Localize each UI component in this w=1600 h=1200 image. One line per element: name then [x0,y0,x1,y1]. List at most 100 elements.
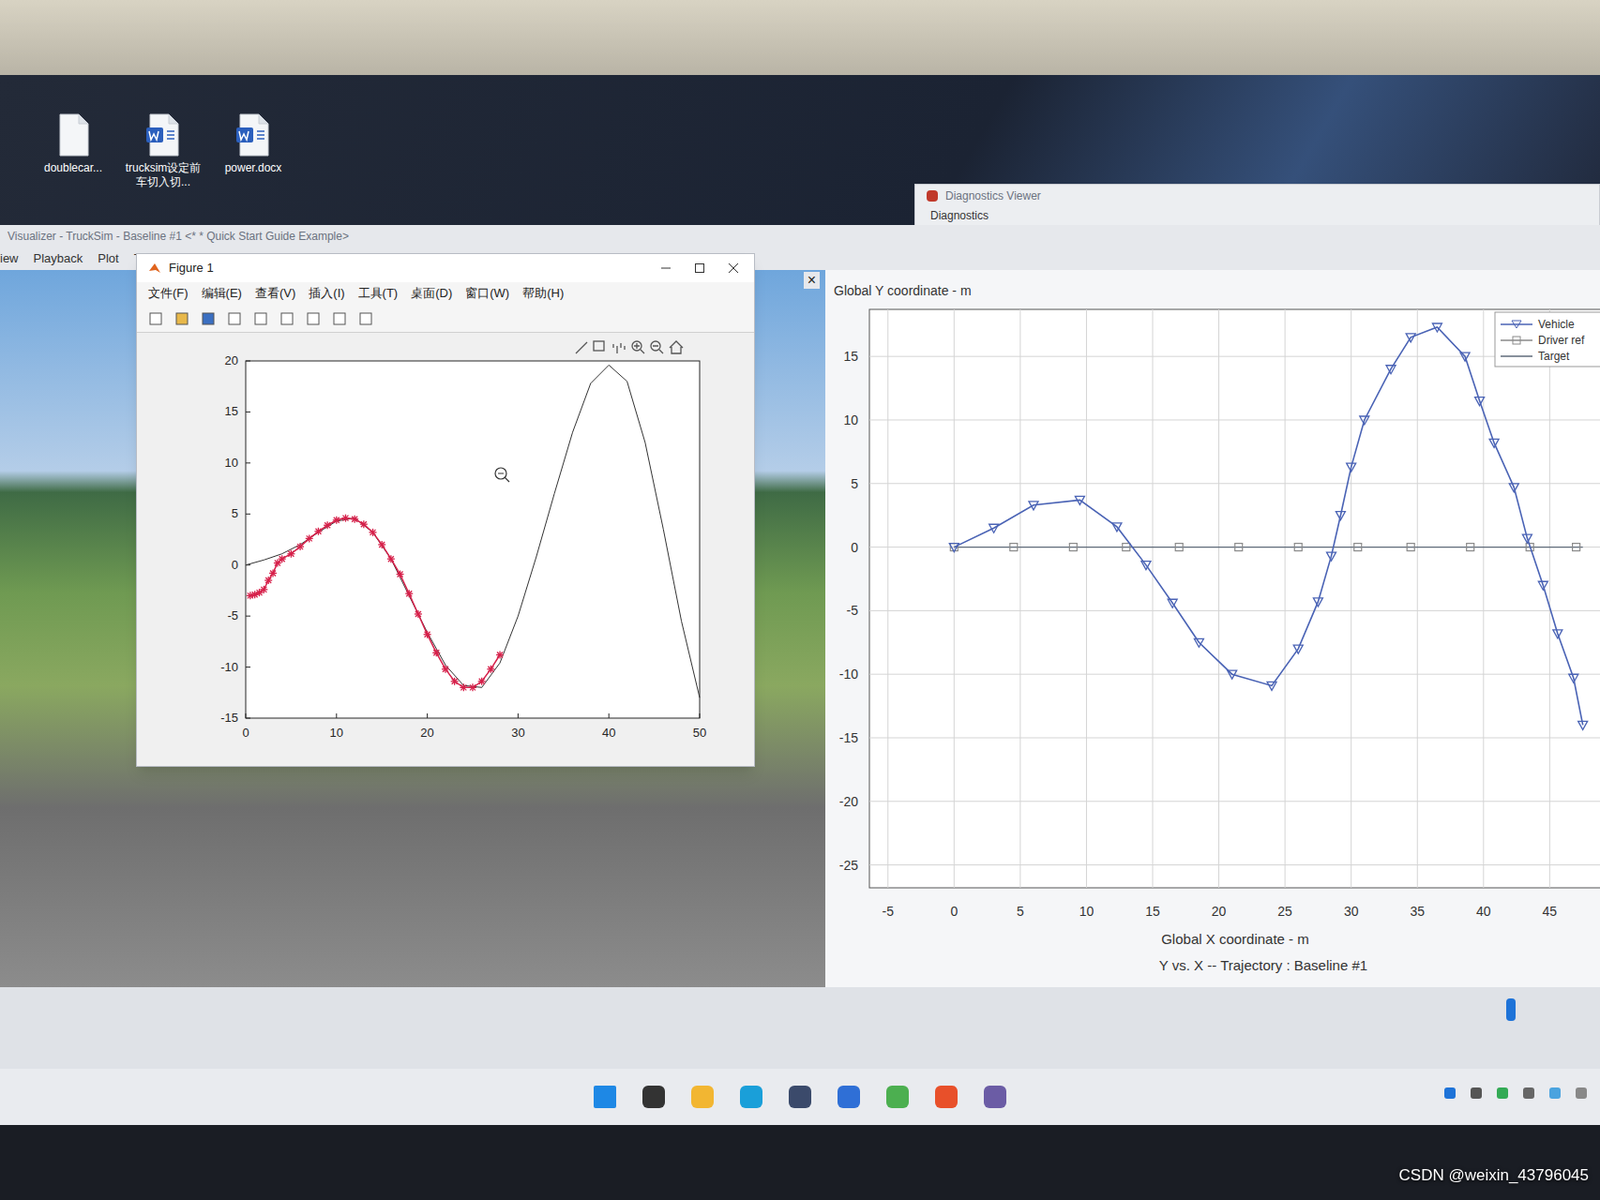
print-icon[interactable] [226,311,242,327]
svg-text:45: 45 [1542,904,1558,920]
x-axis-label: Global X coordinate - m [1161,931,1310,948]
menu-item[interactable]: Plot [97,249,119,269]
driver-ref-marker [1122,543,1131,552]
menu-item[interactable]: 文件(F) [148,284,189,303]
title-bar: Visualizer - TruckSim - Baseline #1 <* *… [0,225,1600,248]
arrow-icon[interactable] [332,311,348,327]
vehicle-marker [1569,674,1579,683]
save-icon[interactable] [200,311,216,327]
pane-close[interactable]: × [803,271,820,289]
close-icon[interactable] [727,262,740,274]
link-icon[interactable] [253,311,269,327]
menu-item[interactable]: 工具(T) [358,284,399,303]
svg-text:15: 15 [1145,904,1161,920]
file-icon [54,112,92,158]
actual-marker [423,631,432,639]
menu-item[interactable]: iew [0,249,19,269]
y-tick: -5 [226,608,251,623]
actual-marker [350,515,359,524]
tray-icon[interactable] [1573,1086,1589,1102]
menu-item[interactable]: 桌面(D) [410,284,453,303]
tray-icon[interactable] [1494,1086,1510,1102]
y-tick: -10 [839,666,1600,682]
svg-text:-5: -5 [882,904,895,920]
layout-icon[interactable] [279,311,295,327]
pan-icon[interactable] [613,343,625,354]
x-tick: 35 [1409,309,1425,920]
svg-text:10: 10 [225,455,239,470]
y-tick: -20 [839,794,1600,810]
svg-text:Driver ref: Driver ref [1538,333,1585,348]
taskbar-app-icon[interactable] [639,1083,668,1112]
svg-text:15: 15 [225,404,239,419]
tray-icon[interactable] [1468,1086,1484,1102]
datatip-icon[interactable] [593,341,604,351]
desktop-icon[interactable]: power.docx [213,112,293,190]
new-icon[interactable] [148,311,164,327]
panel-icon[interactable] [358,311,374,327]
menu-item[interactable]: 查看(V) [255,284,296,303]
taskbar-app-icon[interactable] [981,1083,1010,1112]
vehicle-marker [1553,630,1563,639]
vehicle-marker [1538,581,1548,590]
matlab-figure[interactable]: Figure 1文件(F)编辑(E)查看(V)插入(I)工具(T)桌面(D)窗口… [135,253,755,768]
home-icon[interactable] [669,341,683,354]
taskbar-app-icon[interactable] [688,1083,717,1112]
y-tick: 15 [843,348,1600,364]
actual-marker [323,521,332,529]
svg-text:25: 25 [1277,904,1293,920]
tray-icon[interactable] [1547,1086,1563,1102]
taskbar-app-icon[interactable] [785,1083,815,1112]
playback-thumb[interactable] [1506,998,1516,1022]
vehicle-marker [1432,323,1442,333]
desktop-icon[interactable]: doublecar... [33,112,113,190]
x-tick: 50 [693,713,707,740]
vehicle-marker [1475,397,1485,407]
actual-marker [377,541,386,549]
menu-item[interactable]: 编辑(E) [201,284,242,303]
word-file-icon [234,112,272,158]
menu-item[interactable]: 插入(I) [308,284,345,303]
app-icon [926,190,938,202]
taskbar-app-icon[interactable] [737,1083,766,1112]
menu-item[interactable]: 帮助(H) [522,284,564,303]
vehicle-marker [1386,365,1396,375]
actual-marker [451,678,459,686]
word-file-icon [144,112,182,158]
menu-item[interactable]: Playback [33,249,84,269]
tab[interactable]: Diagnostics [915,207,1600,225]
taskbar-app-icon[interactable] [590,1083,619,1112]
vehicle-marker [1267,681,1277,691]
actual-marker [305,534,314,543]
svg-text:-25: -25 [839,858,859,874]
maximize-icon[interactable] [694,262,706,274]
taskbar-app-icon[interactable] [883,1083,912,1112]
vehicle-marker [1028,501,1039,511]
grid-icon[interactable] [305,311,321,327]
reference-line [245,364,700,698]
brush-icon[interactable] [575,342,588,354]
zoom-cursor-icon [495,467,510,483]
actual-marker [369,528,378,537]
axes-toolbar[interactable] [575,341,683,354]
figure-plot[interactable]: 0102030405020151050-5-10-15 [136,332,738,765]
vehicle-marker [1112,523,1122,532]
legend-item: Vehicle [1500,317,1575,332]
open-icon[interactable] [174,311,190,327]
svg-text:30: 30 [511,725,525,740]
legend-item: Driver ref [1500,333,1585,348]
playback-track[interactable] [15,998,1585,1024]
tray-icon[interactable] [1442,1086,1458,1102]
minimize-icon[interactable] [660,262,672,274]
vehicle-line [953,327,1583,725]
x-tick: 20 [1211,309,1227,920]
taskbar-app-icon[interactable] [932,1083,961,1112]
y-tick: -15 [839,730,1600,746]
trajectory-plot[interactable]: Global Y coordinate - m-5051015202530354… [830,276,1600,985]
actual-marker [264,576,272,585]
tray-icon[interactable] [1521,1086,1537,1102]
actual-marker [478,678,486,686]
desktop-icon[interactable]: trucksim设定前车切入切... [123,112,203,190]
menu-item[interactable]: 窗口(W) [465,284,510,303]
taskbar-app-icon[interactable] [834,1083,863,1112]
